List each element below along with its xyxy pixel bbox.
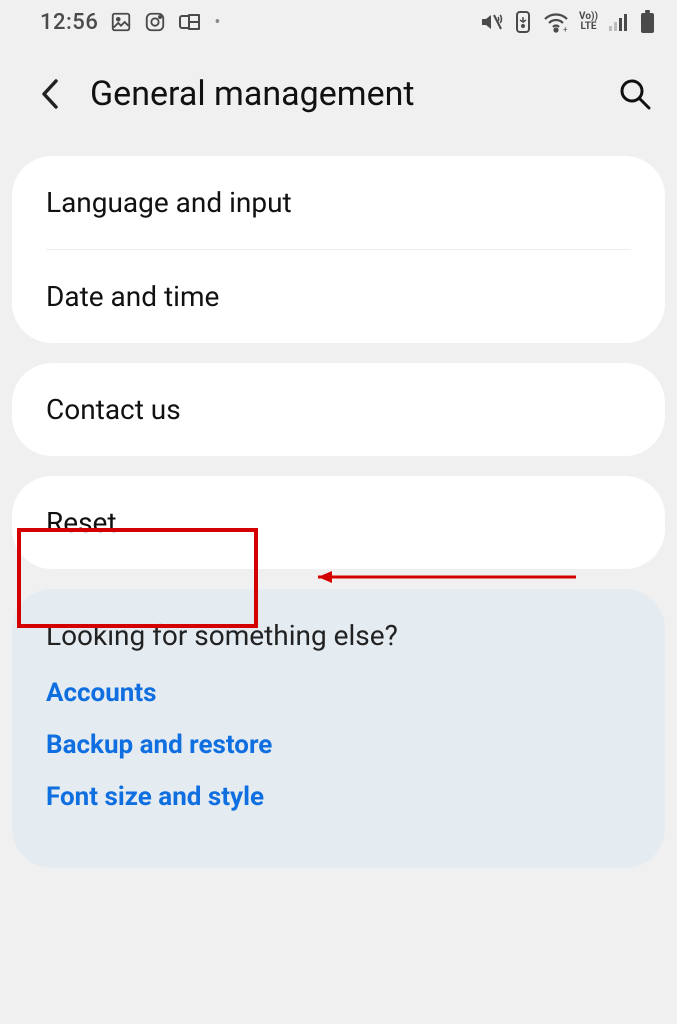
settings-item-label: Language and input [46,186,292,219]
volte-icon: Vo))LTE [579,12,598,32]
status-bar: 12:56 • + Vo))LTE [0,0,677,44]
more-dot-icon: • [214,12,220,33]
outlook-icon [178,12,202,32]
suggestion-link-label: Backup and restore [46,730,272,760]
settings-group-3: Reset [12,476,665,569]
suggestions-heading: Looking for something else? [46,619,631,652]
settings-item-label: Date and time [46,280,219,313]
suggestion-link-label: Font size and style [46,782,264,812]
search-button[interactable] [615,74,655,114]
settings-item-label: Reset [46,506,117,539]
status-right: + Vo))LTE [479,10,655,34]
suggestion-link-accounts[interactable]: Accounts [46,678,631,708]
settings-item-language-and-input[interactable]: Language and input [12,156,665,249]
gallery-icon [110,11,132,33]
status-left: 12:56 • [40,10,220,35]
settings-group-2: Contact us [12,363,665,456]
annotation-arrow-icon [300,567,580,587]
settings-group-1: Language and input Date and time [12,156,665,343]
suggestion-link-label: Accounts [46,678,157,708]
page-title: General management [90,74,591,114]
back-button[interactable] [34,78,66,110]
suggestion-link-backup-and-restore[interactable]: Backup and restore [46,730,631,760]
suggestions-panel: Looking for something else? Accounts Bac… [12,589,665,868]
svg-text:+: + [563,25,568,33]
settings-item-contact-us[interactable]: Contact us [12,363,665,456]
wifi-icon: + [543,11,569,33]
instagram-icon [144,11,166,33]
battery-icon [640,10,655,34]
header: General management [0,44,677,144]
settings-item-label: Contact us [46,393,181,426]
suggestion-link-font-size-and-style[interactable]: Font size and style [46,782,631,812]
settings-item-date-and-time[interactable]: Date and time [12,250,665,343]
mute-vibrate-icon [479,11,503,33]
data-saver-icon [513,11,533,33]
status-time: 12:56 [40,10,98,35]
signal-icon [608,12,630,32]
settings-item-reset[interactable]: Reset [12,476,665,569]
